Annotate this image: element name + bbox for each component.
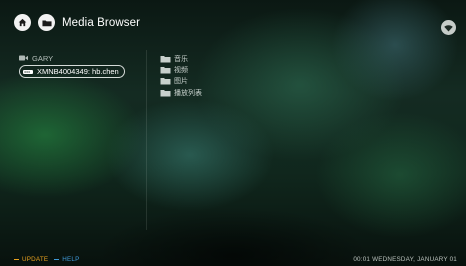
media-browser-button[interactable]	[38, 14, 55, 31]
folder-item-music[interactable]: 音乐	[160, 53, 202, 64]
source-item-label: GARY	[32, 53, 54, 63]
column-divider	[146, 50, 147, 230]
folder-item-label: 视频	[174, 65, 188, 74]
folder-item-playlists[interactable]: 播放列表	[160, 87, 202, 98]
help-color-key	[54, 258, 60, 261]
source-item-label: XMNB4004349: hb.chen	[37, 67, 119, 76]
source-item-gary[interactable]: GARY	[19, 52, 125, 64]
page-title: Media Browser	[62, 16, 140, 29]
footer-actions: UPDATE HELP	[14, 256, 86, 263]
folder-item-pictures[interactable]: 图片	[160, 76, 202, 87]
wifi-icon	[444, 24, 453, 32]
update-action[interactable]: UPDATE	[14, 256, 48, 263]
network-drive-icon	[23, 69, 33, 74]
header-bar: Media Browser	[14, 14, 140, 31]
folder-list: 音乐 视频 图片 播放列表	[160, 53, 202, 98]
folder-icon	[160, 55, 171, 63]
folder-icon	[160, 89, 171, 97]
media-browser-screen: Media Browser GARY XMNB4004349: hb.chen	[0, 0, 466, 266]
folder-item-video[interactable]: 视频	[160, 64, 202, 75]
folder-item-label: 播放列表	[174, 88, 202, 97]
clock-date: 00:01 WEDNESDAY, JANUARY 01	[353, 256, 457, 263]
source-list: GARY XMNB4004349: hb.chen	[19, 52, 125, 78]
update-label: UPDATE	[22, 256, 49, 263]
help-action[interactable]: HELP	[54, 256, 79, 263]
source-item-network-share[interactable]: XMNB4004349: hb.chen	[19, 65, 125, 78]
update-color-key	[14, 258, 19, 261]
folder-item-label: 音乐	[174, 54, 188, 63]
folder-icon	[160, 78, 171, 85]
wifi-button[interactable]	[441, 20, 456, 35]
video-camera-icon	[19, 55, 28, 61]
home-button[interactable]	[14, 14, 31, 31]
help-label: HELP	[62, 256, 80, 263]
folder-item-label: 图片	[174, 77, 188, 86]
home-icon	[18, 18, 27, 27]
folder-icon	[41, 19, 52, 26]
folder-icon	[160, 66, 171, 74]
